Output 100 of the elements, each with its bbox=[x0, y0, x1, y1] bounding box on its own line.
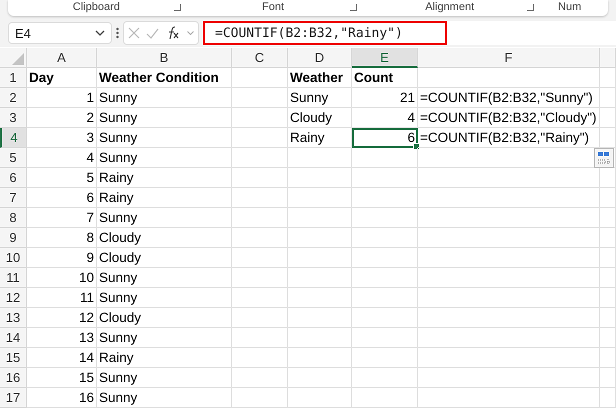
table-cell: 3 bbox=[27, 128, 97, 148]
table-cell bbox=[352, 268, 418, 288]
table-cell: Cloudy bbox=[97, 308, 232, 328]
table-cell: 16 bbox=[27, 388, 97, 408]
table-cell bbox=[600, 108, 616, 128]
table-cell: 2 bbox=[27, 108, 97, 128]
table-cell bbox=[600, 88, 616, 108]
table-cell: 12 bbox=[27, 308, 97, 328]
table-cell bbox=[288, 248, 352, 268]
table-cell: Sunny bbox=[97, 268, 232, 288]
table-cell: Weather Condition bbox=[97, 68, 232, 88]
table-cell: =COUNTIF(B2:B32,"Rainy") bbox=[418, 128, 600, 148]
table-cell bbox=[352, 148, 418, 168]
table-cell: 10 bbox=[27, 268, 97, 288]
row-header[interactable]: 3 bbox=[0, 108, 27, 128]
table-cell: Rainy bbox=[97, 188, 232, 208]
table-cell: 14 bbox=[27, 348, 97, 368]
table-cell: 4 bbox=[27, 148, 97, 168]
row-header[interactable]: 9 bbox=[0, 228, 27, 248]
table-cell: Sunny bbox=[97, 148, 232, 168]
row-header[interactable]: 15 bbox=[0, 348, 27, 368]
table-cell bbox=[600, 188, 616, 208]
table-cell bbox=[288, 208, 352, 228]
caret-icon[interactable] bbox=[95, 30, 105, 36]
table-cell bbox=[232, 148, 288, 168]
row-header[interactable]: 11 bbox=[0, 268, 27, 288]
ribbon-group-label: Clipboard bbox=[72, 1, 120, 14]
table-cell: 4 bbox=[352, 108, 418, 128]
row-header[interactable]: 1 bbox=[0, 68, 27, 88]
table-cell bbox=[288, 368, 352, 388]
table-cell bbox=[352, 308, 418, 328]
table-cell: Count bbox=[352, 68, 418, 88]
table-cell bbox=[352, 168, 418, 188]
row-header[interactable]: 5 bbox=[0, 148, 27, 168]
table-cell bbox=[232, 308, 288, 328]
table-cell: 15 bbox=[27, 368, 97, 388]
row-header[interactable]: 14 bbox=[0, 328, 27, 348]
row-header[interactable]: 12 bbox=[0, 288, 27, 308]
table-cell bbox=[352, 288, 418, 308]
column-header[interactable]: C bbox=[232, 48, 288, 68]
table-cell: Sunny bbox=[97, 88, 232, 108]
table-cell bbox=[352, 188, 418, 208]
name-box[interactable]: E4 bbox=[8, 22, 112, 44]
column-header[interactable]: E bbox=[352, 48, 418, 68]
table-cell: Day bbox=[27, 68, 97, 88]
table-cell bbox=[232, 268, 288, 288]
table-cell bbox=[600, 208, 616, 228]
row-header[interactable]: 10 bbox=[0, 248, 27, 268]
formula-input[interactable]: =COUNTIF(B2:B32,"Rainy") bbox=[203, 21, 616, 45]
row-header[interactable]: 8 bbox=[0, 208, 27, 228]
column-header[interactable]: D bbox=[288, 48, 352, 68]
table-cell bbox=[288, 168, 352, 188]
table-cell bbox=[232, 348, 288, 368]
row-header[interactable]: 6 bbox=[0, 168, 27, 188]
table-cell bbox=[288, 228, 352, 248]
table-cell bbox=[600, 268, 616, 288]
table-cell bbox=[232, 288, 288, 308]
row-header[interactable]: 16 bbox=[0, 368, 27, 388]
table-cell: Rainy bbox=[288, 128, 352, 148]
table-cell: Sunny bbox=[97, 128, 232, 148]
table-cell bbox=[352, 348, 418, 368]
table-cell: =COUNTIF(B2:B32,"Cloudy") bbox=[418, 108, 600, 128]
table-cell bbox=[232, 248, 288, 268]
quick-analysis-icon[interactable] bbox=[594, 148, 614, 168]
table-cell bbox=[232, 208, 288, 228]
row-header[interactable]: 2 bbox=[0, 88, 27, 108]
table-cell: 11 bbox=[27, 288, 97, 308]
table-cell bbox=[288, 328, 352, 348]
column-header[interactable]: F bbox=[418, 48, 600, 68]
row-header[interactable]: 7 bbox=[0, 188, 27, 208]
dialog-launcher-icon[interactable] bbox=[350, 4, 358, 11]
ribbon-group-label: Font bbox=[262, 1, 284, 14]
table-cell bbox=[232, 328, 288, 348]
table-cell bbox=[288, 288, 352, 308]
dialog-launcher-icon[interactable] bbox=[174, 4, 181, 11]
table-cell bbox=[288, 388, 352, 408]
table-cell bbox=[232, 128, 288, 148]
column-header[interactable]: B bbox=[97, 48, 232, 68]
table-cell bbox=[600, 388, 616, 408]
table-cell: 9 bbox=[27, 248, 97, 268]
table-cell bbox=[232, 368, 288, 388]
column-header[interactable]: A bbox=[27, 48, 97, 68]
table-cell bbox=[232, 108, 288, 128]
table-cell: 13 bbox=[27, 328, 97, 348]
more-options-icon[interactable] bbox=[116, 27, 119, 39]
table-cell bbox=[288, 268, 352, 288]
table-cell bbox=[352, 368, 418, 388]
row-header[interactable]: 17 bbox=[0, 388, 27, 408]
table-cell bbox=[232, 68, 288, 88]
table-cell: 1 bbox=[27, 88, 97, 108]
row-header[interactable]: 13 bbox=[0, 308, 27, 328]
table-cell bbox=[600, 68, 616, 88]
dialog-launcher-icon[interactable] bbox=[527, 4, 534, 11]
table-cell: Sunny bbox=[97, 368, 232, 388]
row-header[interactable]: 4 bbox=[0, 128, 27, 148]
selected-cell[interactable]: 6 bbox=[352, 128, 418, 148]
table-cell: Cloudy bbox=[97, 228, 232, 248]
table-cell: Cloudy bbox=[288, 108, 352, 128]
table-cell bbox=[600, 228, 616, 248]
table-cell: Sunny bbox=[97, 108, 232, 128]
